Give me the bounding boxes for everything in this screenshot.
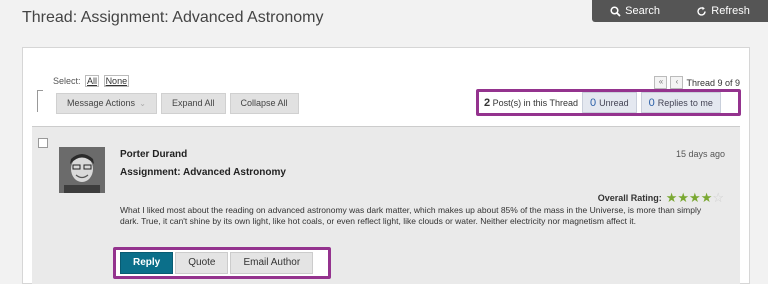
replies-to-me-filter-button[interactable]: 0 Replies to me bbox=[640, 92, 721, 113]
overall-rating: Overall Rating: ★ ★ ★ ★ ☆ bbox=[598, 191, 724, 204]
post-body: What I liked most about the reading on a… bbox=[120, 205, 702, 226]
refresh-icon bbox=[696, 6, 707, 17]
rating-stars[interactable]: ★ ★ ★ ★ ☆ bbox=[666, 191, 724, 204]
thread-position: Thread 9 of 9 bbox=[686, 77, 740, 88]
post-count: 2 Post(s) in this Thread bbox=[484, 96, 579, 109]
refresh-button[interactable]: Refresh bbox=[696, 5, 750, 17]
reply-button[interactable]: Reply bbox=[120, 252, 174, 274]
email-author-button[interactable]: Email Author bbox=[230, 252, 314, 274]
search-button[interactable]: Search bbox=[610, 5, 660, 17]
select-controls: Select: All None bbox=[53, 75, 130, 87]
star-icon[interactable]: ★ bbox=[666, 191, 678, 204]
message-toolbar: Message Actions ⌄ Expand All Collapse Al… bbox=[56, 93, 299, 114]
message-actions-button[interactable]: Message Actions ⌄ bbox=[56, 93, 157, 114]
rating-label: Overall Rating: bbox=[597, 192, 662, 203]
quote-button[interactable]: Quote bbox=[175, 252, 229, 274]
select-label: Select: bbox=[53, 76, 81, 86]
post-author: Porter Durand bbox=[120, 149, 188, 160]
post-checkbox[interactable] bbox=[38, 138, 48, 148]
search-icon bbox=[610, 5, 621, 17]
collapse-all-button[interactable]: Collapse All bbox=[229, 93, 299, 114]
select-all-link[interactable]: All bbox=[85, 75, 100, 87]
page-title: Thread: Assignment: Advanced Astronomy bbox=[22, 9, 324, 26]
star-icon[interactable]: ★ bbox=[701, 191, 713, 204]
post-subject: Assignment: Advanced Astronomy bbox=[120, 167, 286, 178]
post-item: Porter Durand Assignment: Advanced Astro… bbox=[32, 126, 740, 284]
star-empty-icon[interactable]: ☆ bbox=[712, 191, 724, 204]
select-none-link[interactable]: None bbox=[103, 75, 130, 87]
search-label: Search bbox=[625, 5, 660, 17]
chevron-down-icon: ⌄ bbox=[137, 99, 146, 108]
post-actions: Reply Quote Email Author bbox=[113, 247, 331, 279]
top-action-bar: Search Refresh bbox=[592, 0, 768, 22]
expand-all-button[interactable]: Expand All bbox=[160, 93, 226, 114]
star-icon[interactable]: ★ bbox=[677, 191, 689, 204]
unread-filter-button[interactable]: 0 Unread bbox=[582, 92, 637, 113]
star-icon[interactable]: ★ bbox=[689, 191, 701, 204]
thread-panel: Select: All None Message Actions ⌄ Expan… bbox=[22, 47, 750, 284]
avatar bbox=[59, 147, 105, 193]
thread-pager: « ‹ Thread 9 of 9 bbox=[654, 76, 740, 89]
first-thread-button[interactable]: « bbox=[654, 76, 668, 89]
previous-thread-button[interactable]: ‹ bbox=[670, 76, 684, 89]
thread-stats: 2 Post(s) in this Thread 0 Unread 0 Replie… bbox=[476, 89, 741, 116]
selection-bracket bbox=[37, 90, 48, 112]
refresh-label: Refresh bbox=[711, 5, 750, 17]
post-timestamp: 15 days ago bbox=[675, 149, 725, 159]
